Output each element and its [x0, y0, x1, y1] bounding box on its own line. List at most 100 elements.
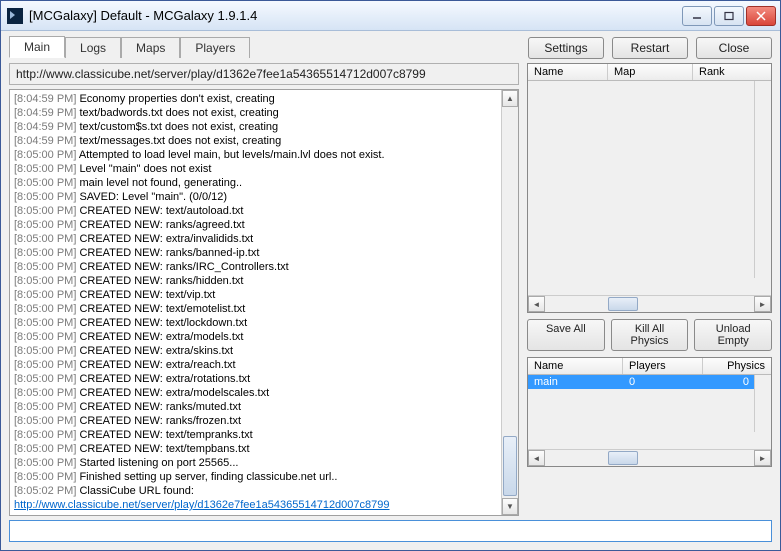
tab-bar: Main Logs Maps Players: [9, 35, 520, 57]
levels-grid-body[interactable]: main 0 0: [528, 375, 771, 449]
log-message: CREATED NEW: extra/skins.txt: [79, 345, 233, 357]
content-area: Main Logs Maps Players Settings Restart …: [1, 31, 780, 550]
log-output[interactable]: [8:04:59 PM] Economy properties don't ex…: [10, 90, 501, 515]
levels-grid-header: Name Players Physics: [528, 358, 771, 375]
log-timestamp: [8:05:00 PM]: [14, 191, 79, 203]
restart-button[interactable]: Restart: [612, 37, 688, 59]
hscroll-left-icon[interactable]: ◄: [528, 296, 545, 312]
hscroll-track[interactable]: [545, 296, 754, 312]
players-grid[interactable]: Name Map Rank ◄ ►: [527, 63, 772, 313]
log-message: CREATED NEW: ranks/banned-ip.txt: [79, 247, 259, 259]
log-message: ClassiCube URL found:: [79, 485, 194, 497]
log-message: CREATED NEW: ranks/IRC_Controllers.txt: [79, 261, 288, 273]
window-controls: [682, 6, 776, 26]
log-timestamp: [8:05:00 PM]: [14, 471, 79, 483]
log-message: CREATED NEW: extra/modelscales.txt: [79, 387, 269, 399]
close-window-button[interactable]: [746, 6, 776, 26]
log-message: CREATED NEW: text/tempranks.txt: [79, 429, 252, 441]
log-message: CREATED NEW: extra/models.txt: [79, 331, 243, 343]
log-timestamp: [8:04:59 PM]: [14, 93, 79, 105]
level-buttons: Save All Kill All Physics Unload Empty: [527, 319, 772, 351]
scroll-thumb[interactable]: [503, 436, 517, 496]
log-message: CREATED NEW: text/emotelist.txt: [79, 303, 245, 315]
log-message: CREATED NEW: text/lockdown.txt: [79, 317, 247, 329]
hscroll-track[interactable]: [545, 450, 754, 466]
level-row[interactable]: main 0 0: [528, 375, 771, 389]
hscroll-thumb[interactable]: [608, 297, 638, 311]
titlebar[interactable]: [MCGalaxy] Default - MCGalaxy 1.9.1.4: [1, 1, 780, 31]
maximize-button[interactable]: [714, 6, 744, 26]
log-message: CREATED NEW: ranks/frozen.txt: [79, 415, 241, 427]
log-timestamp: [8:05:00 PM]: [14, 219, 79, 231]
log-message: CREATED NEW: extra/invalidids.txt: [79, 233, 253, 245]
levels-vscroll[interactable]: [754, 375, 771, 432]
log-timestamp: [8:05:00 PM]: [14, 415, 79, 427]
col-level-name[interactable]: Name: [528, 358, 623, 374]
tab-main[interactable]: Main: [9, 36, 65, 58]
col-map[interactable]: Map: [608, 64, 693, 80]
log-message: Attempted to load level main, but levels…: [79, 149, 385, 161]
top-row: Main Logs Maps Players Settings Restart …: [9, 35, 772, 59]
main-row: http://www.classicube.net/server/play/d1…: [9, 63, 772, 516]
log-timestamp: [8:05:00 PM]: [14, 387, 79, 399]
players-grid-header: Name Map Rank: [528, 64, 771, 81]
tab-logs[interactable]: Logs: [65, 37, 121, 58]
unload-empty-button[interactable]: Unload Empty: [694, 319, 772, 351]
scroll-track[interactable]: [502, 107, 518, 498]
hscroll-right-icon[interactable]: ►: [754, 296, 771, 312]
command-input[interactable]: [9, 520, 772, 542]
log-timestamp: [8:05:00 PM]: [14, 177, 79, 189]
level-cell-players: 0: [623, 375, 703, 389]
log-timestamp: [8:05:00 PM]: [14, 233, 79, 245]
col-rank[interactable]: Rank: [693, 64, 771, 80]
log-timestamp: [8:05:00 PM]: [14, 205, 79, 217]
log-timestamp: [8:05:00 PM]: [14, 429, 79, 441]
log-message: SAVED: Level "main". (0/0/12): [79, 191, 227, 203]
log-message: CREATED NEW: extra/rotations.txt: [79, 373, 250, 385]
col-level-players[interactable]: Players: [623, 358, 703, 374]
save-all-button[interactable]: Save All: [527, 319, 605, 351]
log-message: CREATED NEW: text/tempbans.txt: [79, 443, 249, 455]
minimize-button[interactable]: [682, 6, 712, 26]
log-timestamp: [8:05:00 PM]: [14, 359, 79, 371]
kill-physics-button[interactable]: Kill All Physics: [611, 319, 689, 351]
scroll-up-icon[interactable]: ▲: [502, 90, 518, 107]
log-timestamp: [8:04:59 PM]: [14, 107, 79, 119]
col-name[interactable]: Name: [528, 64, 608, 80]
col-level-physics[interactable]: Physics: [703, 358, 771, 374]
log-message: Level "main" does not exist: [79, 163, 211, 175]
log-timestamp: [8:05:00 PM]: [14, 457, 79, 469]
log-timestamp: [8:05:00 PM]: [14, 149, 79, 161]
scroll-down-icon[interactable]: ▼: [502, 498, 518, 515]
server-url[interactable]: http://www.classicube.net/server/play/d1…: [9, 63, 519, 85]
settings-button[interactable]: Settings: [528, 37, 604, 59]
players-vscroll[interactable]: [754, 81, 771, 278]
log-timestamp: [8:05:00 PM]: [14, 289, 79, 301]
log-panel: [8:04:59 PM] Economy properties don't ex…: [9, 89, 519, 516]
log-timestamp: [8:05:00 PM]: [14, 303, 79, 315]
log-scrollbar[interactable]: ▲ ▼: [501, 90, 518, 515]
hscroll-left-icon[interactable]: ◄: [528, 450, 545, 466]
hscroll-right-icon[interactable]: ►: [754, 450, 771, 466]
log-timestamp: [8:04:59 PM]: [14, 135, 79, 147]
right-column: Name Map Rank ◄ ► Save All Kill: [527, 63, 772, 516]
tab-players[interactable]: Players: [180, 37, 250, 58]
log-timestamp: [8:05:00 PM]: [14, 261, 79, 273]
players-hscroll[interactable]: ◄ ►: [528, 295, 771, 312]
log-timestamp: [8:05:00 PM]: [14, 401, 79, 413]
log-message: CREATED NEW: ranks/hidden.txt: [79, 275, 243, 287]
levels-hscroll[interactable]: ◄ ►: [528, 449, 771, 466]
levels-grid[interactable]: Name Players Physics main 0 0 ◄: [527, 357, 772, 467]
players-grid-body[interactable]: [528, 81, 771, 295]
close-button[interactable]: Close: [696, 37, 772, 59]
tab-maps[interactable]: Maps: [121, 37, 180, 58]
log-timestamp: [8:05:00 PM]: [14, 331, 79, 343]
log-url-link[interactable]: http://www.classicube.net/server/play/d1…: [14, 499, 390, 511]
hscroll-thumb[interactable]: [608, 451, 638, 465]
log-timestamp: [8:05:00 PM]: [14, 275, 79, 287]
log-message: CREATED NEW: text/vip.txt: [79, 289, 215, 301]
log-message: text/badwords.txt does not exist, creati…: [79, 107, 278, 119]
left-column: http://www.classicube.net/server/play/d1…: [9, 63, 519, 516]
log-message: CREATED NEW: text/autoload.txt: [79, 205, 243, 217]
log-timestamp: [8:05:00 PM]: [14, 317, 79, 329]
